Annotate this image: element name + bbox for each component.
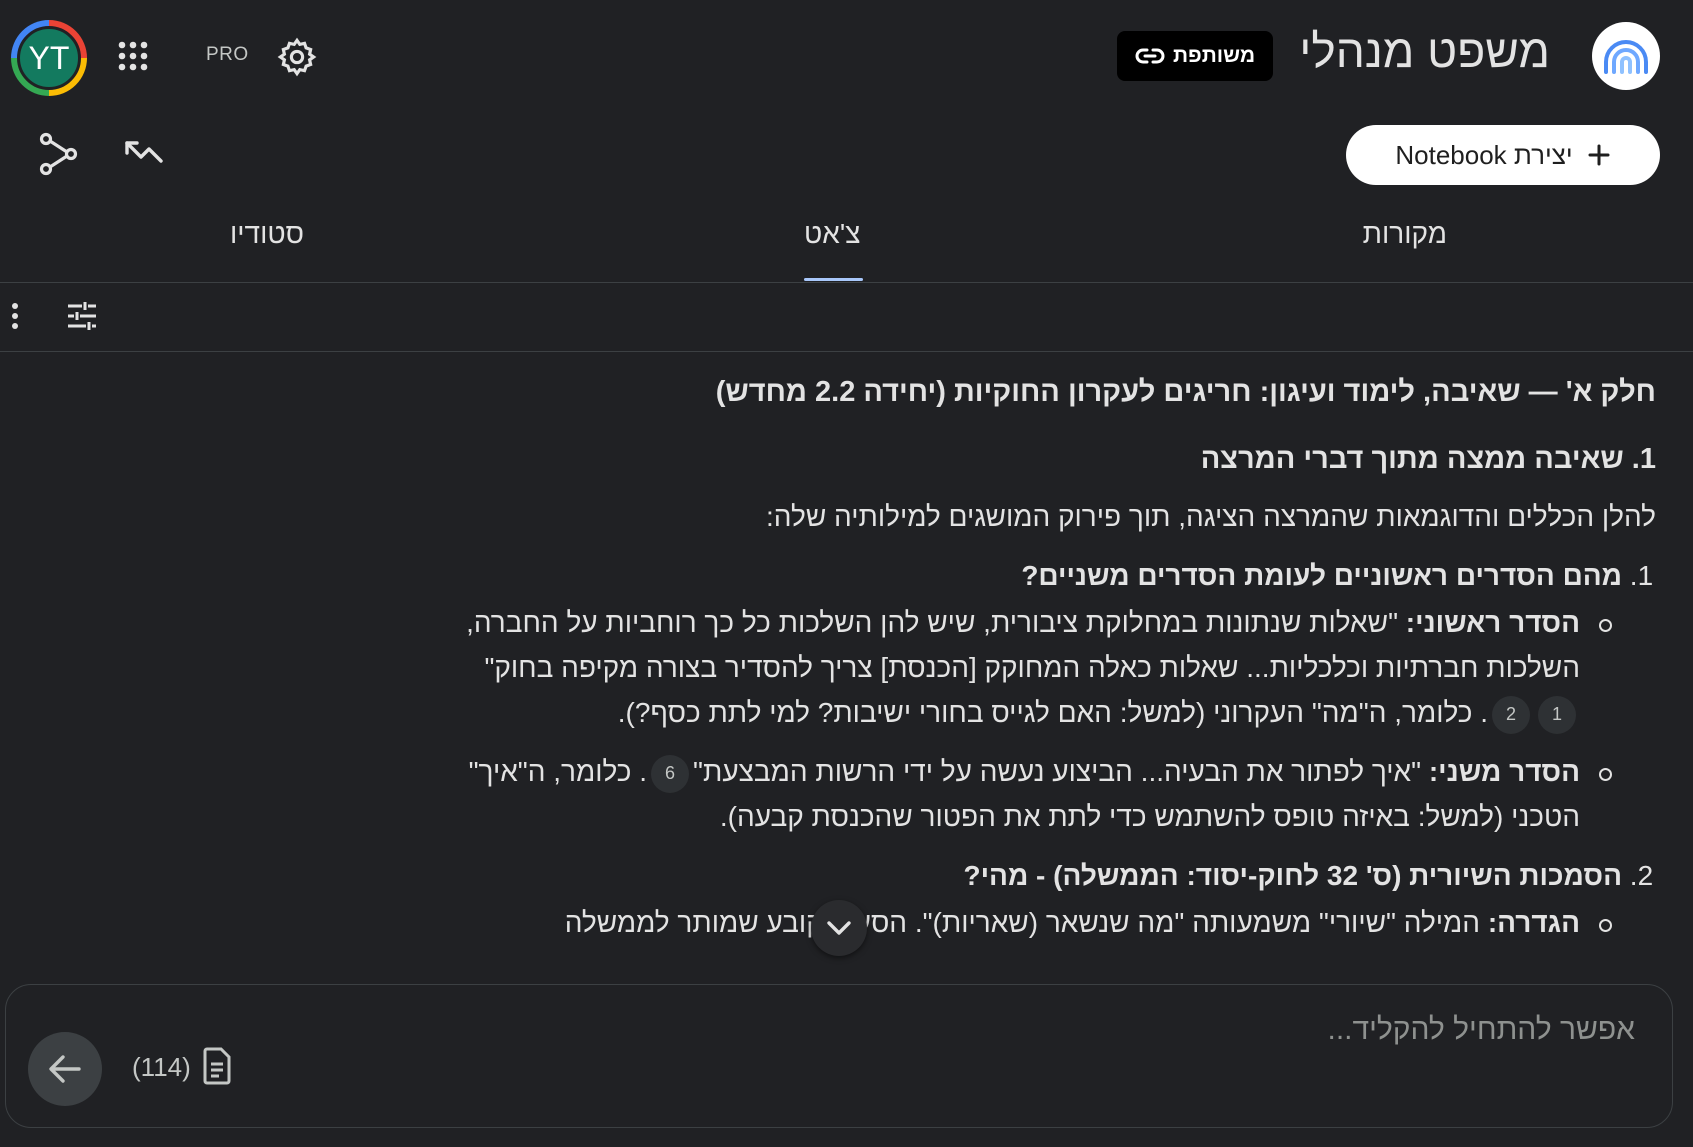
tab-sources[interactable]: מקורות: [1363, 218, 1447, 250]
arrow-left-icon: [49, 1055, 81, 1083]
account-avatar[interactable]: YT: [11, 20, 87, 96]
share-label: משותפת: [1172, 44, 1256, 67]
chat-input-box: [5, 984, 1673, 1128]
sub-list: הסדר ראשוני: "שאלות שנתונות במחלוקת ציבו…: [450, 600, 1622, 839]
avatar-initials: YT: [17, 26, 81, 90]
chevron-down-icon: [827, 921, 851, 935]
notebooklm-logo[interactable]: [1592, 22, 1660, 90]
tabs-divider: [0, 282, 1693, 283]
source-count: (114): [132, 1052, 191, 1082]
pro-badge: PRO: [206, 44, 249, 65]
secondary-text-a: "איך לפתור את הבעיה... הביצוע נעשה על יד…: [693, 756, 1429, 787]
question-2: הסמכות השיורית (ס' 32 לחוק-יסוד: הממשלה)…: [963, 860, 1622, 891]
questions-list: מהם הסדרים ראשוניים לעומת הסדרים משניים?…: [366, 553, 1656, 945]
settings-gear-icon[interactable]: [274, 34, 320, 80]
send-button[interactable]: [28, 1032, 102, 1106]
citation-badge[interactable]: 1: [1538, 695, 1576, 734]
list-item: הגדרה: המילה "שיורי" משמעותה "מה שנשאר (…: [450, 900, 1612, 945]
intro-paragraph: להלן הכללים והדוגמאות שהמרצה הציגה, תוך …: [766, 501, 1656, 532]
plus-icon: [1588, 144, 1610, 166]
tune-sliders-icon[interactable]: [64, 298, 100, 334]
chat-response: חלק א' — שאיבה, לימוד ועיגון: חריגים לעק…: [366, 370, 1656, 980]
definition-text: המילה "שיורי" משמעותה "מה שנשאר (שאריות)…: [564, 907, 1488, 938]
share-button[interactable]: משותפת: [1117, 31, 1273, 81]
citation-badge[interactable]: 2: [1492, 695, 1530, 734]
chat-input[interactable]: [533, 1012, 1637, 1048]
primary-text-b: . כלומר, ה"מה" העקרוני (למשל: האם לגייס …: [617, 697, 1488, 728]
apps-grid-icon[interactable]: [110, 33, 156, 79]
scroll-down-button[interactable]: [811, 900, 867, 956]
sub-list: הגדרה: המילה "שיורי" משמעותה "מה שנשאר (…: [450, 900, 1622, 945]
question-1: מהם הסדרים ראשוניים לעומת הסדרים משניים?: [1021, 560, 1622, 591]
share-nodes-icon[interactable]: [34, 130, 82, 178]
list-item: הסדר ראשוני: "שאלות שנתונות במחלוקת ציבו…: [450, 600, 1612, 735]
active-tab-indicator: [804, 278, 863, 281]
collapse-arrow-icon[interactable]: [120, 132, 168, 176]
secondary-label: הסדר משני:: [1428, 756, 1580, 787]
link-icon: [1135, 48, 1165, 64]
definition-label: הגדרה:: [1487, 907, 1580, 938]
citation-badge[interactable]: 6: [651, 754, 690, 793]
toolbar-divider: [0, 351, 1693, 352]
create-notebook-label: יצירת Notebook: [1395, 139, 1573, 170]
section-heading: 1. שאיבה ממצה מתוך דברי המרצה: [1200, 443, 1656, 475]
more-vert-icon[interactable]: [4, 300, 26, 332]
list-item: הסדר משני: "איך לפתור את הבעיה... הביצוע…: [450, 749, 1612, 839]
part-heading: חלק א' — שאיבה, לימוד ועיגון: חריגים לעק…: [715, 376, 1656, 408]
create-notebook-button[interactable]: יצירת Notebook: [1346, 125, 1660, 185]
primary-label: הסדר ראשוני:: [1405, 607, 1580, 638]
source-doc-icon[interactable]: [200, 1044, 234, 1088]
tab-studio[interactable]: סטודיו: [230, 218, 304, 250]
notebook-title[interactable]: משפט מנהלי: [1299, 24, 1550, 78]
tab-chat[interactable]: צ'אט: [804, 218, 860, 250]
list-item: מהם הסדרים ראשוניים לעומת הסדרים משניים?…: [366, 553, 1622, 839]
list-item: הסמכות השיורית (ס' 32 לחוק-יסוד: הממשלה)…: [366, 853, 1622, 945]
